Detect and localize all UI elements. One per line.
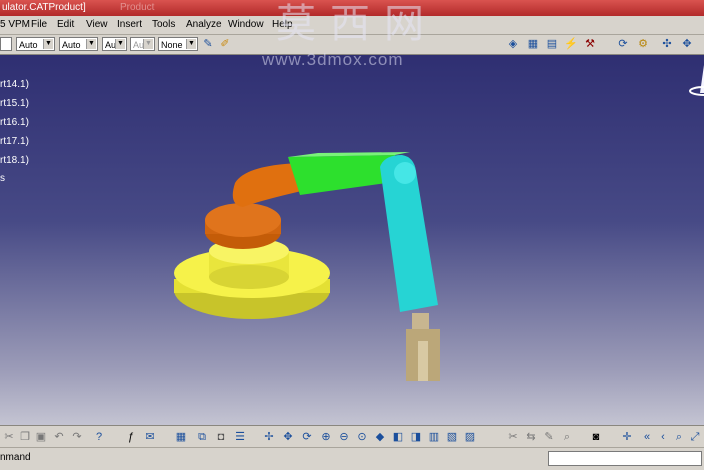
arrows-icon[interactable]: ⇆ — [524, 430, 538, 444]
show-icon[interactable]: ▧ — [445, 430, 459, 444]
formula-icon[interactable]: ƒ — [124, 430, 138, 444]
step-icon[interactable]: ‹ — [656, 430, 670, 444]
line-type-combo[interactable]: Auto ▼ — [59, 37, 98, 51]
rotate-icon[interactable]: ⟳ — [616, 37, 630, 51]
bottom-toolbar: ✂ ❐ ▣ ↶ ↷ ? ƒ ✉ ▦ ⧉ ◘ ☰ ✢ ✥ ⟳ ⊕ ⊖ ⊙ ◆ ◧ … — [0, 425, 704, 448]
painter-icon[interactable]: ✎ — [201, 37, 215, 51]
catalog-icon[interactable]: ◈ — [506, 37, 520, 51]
wrist — [412, 313, 429, 331]
paste-icon[interactable]: ▣ — [34, 430, 48, 444]
watermark-text: 莫西网 — [276, 1, 438, 47]
robot-arm-model[interactable] — [0, 55, 704, 425]
compass-icon[interactable]: ✣ — [660, 37, 674, 51]
rotate-icon[interactable]: ⟳ — [300, 430, 314, 444]
target-icon[interactable]: ✛ — [620, 430, 634, 444]
menu-file[interactable]: File — [31, 19, 47, 30]
table-icon[interactable]: ▦ — [526, 37, 540, 51]
3d-viewport[interactable]: rt14.1) rt15.1) rt16.1) rt17.1) rt18.1) … — [0, 55, 704, 425]
menu-window[interactable]: Window — [228, 19, 264, 30]
params-icon[interactable]: ☰ — [233, 430, 247, 444]
line-color-combo[interactable] — [0, 37, 12, 51]
watermark-url: www.3dmox.com — [262, 50, 404, 69]
menu-vpm[interactable]: 5 VPM — [0, 19, 30, 30]
grid-icon[interactable]: ▤ — [545, 37, 559, 51]
hide-icon[interactable]: ▥ — [427, 430, 441, 444]
menu-analyze[interactable]: Analyze — [186, 19, 222, 30]
fit-all-icon[interactable]: ✢ — [262, 430, 276, 444]
chevron-down-icon[interactable]: ▼ — [43, 39, 53, 49]
chevron-down-icon: ▼ — [143, 39, 153, 49]
hammer-icon[interactable]: ⚒ — [583, 37, 597, 51]
iso-view-icon[interactable]: ◧ — [391, 430, 405, 444]
skip-icon[interactable]: « — [640, 430, 654, 444]
command-input[interactable] — [548, 451, 702, 466]
edit-icon[interactable]: ✎ — [542, 430, 556, 444]
measure-icon[interactable]: ▨ — [463, 430, 477, 444]
background-window-title: Product — [120, 2, 155, 13]
menu-view[interactable]: View — [86, 19, 108, 30]
normal-view-icon[interactable]: ⊙ — [355, 430, 369, 444]
bolt-icon[interactable]: ⚡ — [564, 37, 578, 51]
table-icon[interactable]: ▦ — [174, 430, 188, 444]
redo-icon[interactable]: ↷ — [70, 430, 84, 444]
camera-icon[interactable]: ◙ — [589, 430, 603, 444]
copy-icon[interactable]: ❐ — [18, 430, 32, 444]
lock-icon[interactable]: ◘ — [214, 430, 228, 444]
chevron-down-icon[interactable]: ▼ — [115, 39, 125, 49]
scissors-icon[interactable]: ✂ — [506, 430, 520, 444]
cube-icon[interactable]: ◆ — [373, 430, 387, 444]
gear-icon[interactable]: ⚙ — [636, 37, 650, 51]
render-icon[interactable]: ◨ — [409, 430, 423, 444]
chevron-down-icon[interactable]: ▼ — [86, 39, 96, 49]
compass-widget[interactable] — [686, 63, 704, 103]
menu-edit[interactable]: Edit — [57, 19, 74, 30]
pan-icon[interactable]: ✥ — [680, 37, 694, 51]
chevron-down-icon[interactable]: ▼ — [186, 39, 196, 49]
expand-icon[interactable]: ⤢ — [688, 430, 702, 444]
undo-icon[interactable]: ↶ — [52, 430, 66, 444]
brush-icon[interactable]: ✐ — [218, 37, 232, 51]
search-icon[interactable]: ⌕ — [560, 430, 574, 444]
layer-combo: Aut ▼ — [130, 37, 155, 51]
status-text: nmand — [0, 452, 31, 463]
status-bar: nmand — [0, 447, 704, 470]
pan-icon[interactable]: ✥ — [281, 430, 295, 444]
menu-insert[interactable]: Insert — [117, 19, 142, 30]
window-title: ulator.CATProduct] — [2, 2, 86, 13]
tree-icon[interactable]: ⧉ — [195, 430, 209, 444]
help-icon[interactable]: ? — [92, 430, 106, 444]
line-thickness-combo[interactable]: Auto ▼ — [16, 37, 55, 51]
render-style-combo[interactable]: None ▼ — [158, 37, 198, 51]
cut-icon[interactable]: ✂ — [2, 430, 16, 444]
zoom-in-icon[interactable]: ⊕ — [319, 430, 333, 444]
point-type-combo[interactable]: Aut ▼ — [102, 37, 127, 51]
magnify-icon[interactable]: ⌕ — [672, 430, 686, 444]
comment-icon[interactable]: ✉ — [143, 430, 157, 444]
zoom-out-icon[interactable]: ⊖ — [337, 430, 351, 444]
menu-tools[interactable]: Tools — [152, 19, 175, 30]
